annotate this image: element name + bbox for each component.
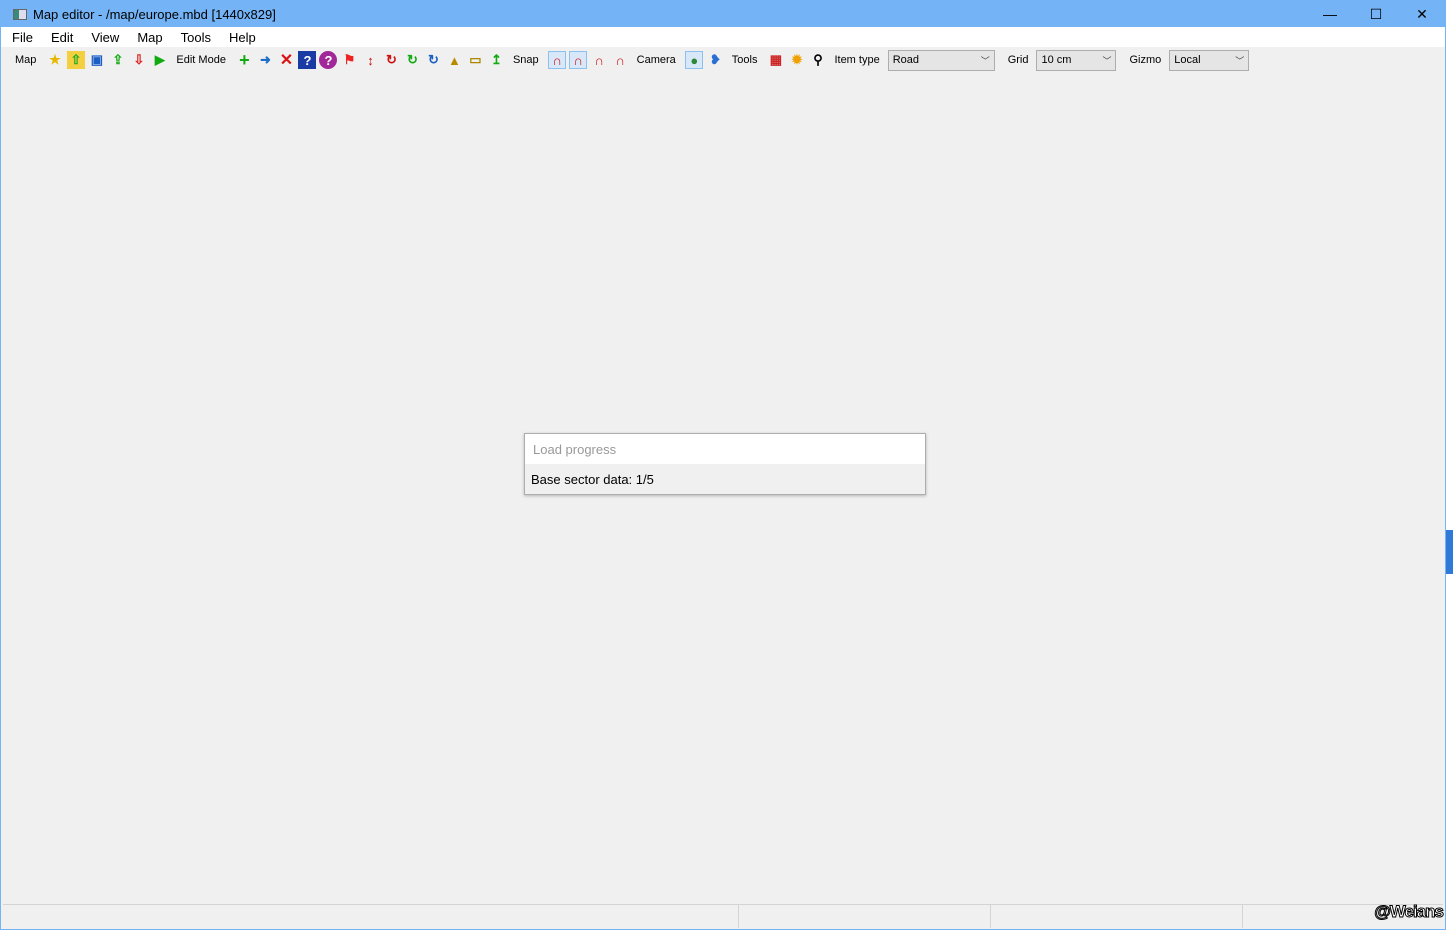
query-icon[interactable]: ?: [319, 51, 338, 69]
grid-label: Grid: [1007, 54, 1029, 66]
dialog-title: Load progress: [525, 434, 925, 464]
help-icon[interactable]: ?: [298, 51, 317, 69]
delete-icon[interactable]: ✕: [277, 51, 295, 69]
gizmo-value: Local: [1174, 54, 1201, 66]
snap-magnet-grid-icon[interactable]: ∩: [590, 51, 608, 69]
menu-help[interactable]: Help: [218, 30, 263, 45]
progress-message: Base sector data: 1/5: [531, 472, 654, 487]
chevron-down-icon: ﹀: [980, 55, 990, 66]
export-icon[interactable]: ⇪: [109, 51, 127, 69]
chevron-down-icon: ﹀: [1102, 55, 1112, 66]
grid-value: 10 cm: [1041, 54, 1072, 66]
globe-icon[interactable]: ●: [685, 51, 704, 69]
snap-magnet-terrain-icon[interactable]: ∩: [611, 51, 629, 69]
title-bar: Map editor - /map/europe.mbd [1440x829] …: [1, 1, 1445, 27]
status-pane: [739, 905, 991, 928]
rotate-y-icon[interactable]: ↻: [403, 51, 421, 69]
load-progress-dialog: Load progress Base sector data: 1/5: [524, 433, 926, 495]
snap-label: Snap: [512, 54, 539, 66]
toolbar: Map ★ ⇧ ▣ ⇪ ⇩ ▶ Edit Mode + ➜ ✕ ? ? ⚑ ↕ …: [1, 47, 1445, 73]
rotate-z-icon[interactable]: ↻: [424, 51, 442, 69]
item-type-value: Road: [892, 54, 919, 66]
elevate-icon[interactable]: ↥: [487, 51, 505, 69]
window-title: Map editor - /map/europe.mbd [1440x829]: [33, 6, 276, 22]
item-type-select[interactable]: Road ﹀: [887, 49, 995, 71]
add-icon[interactable]: +: [235, 50, 253, 70]
height-icon[interactable]: ↕: [361, 51, 379, 69]
status-pane: [991, 905, 1243, 928]
menu-file[interactable]: File: [1, 30, 40, 45]
maximize-button[interactable]: ☐: [1353, 6, 1399, 23]
open-folder-icon[interactable]: ⇧: [66, 51, 85, 69]
gizmo-select[interactable]: Local ﹀: [1169, 49, 1250, 71]
edit-mode-label: Edit Mode: [176, 54, 226, 66]
snap-magnet-icon[interactable]: ∩: [548, 51, 567, 69]
bird-icon[interactable]: ❥: [706, 51, 724, 69]
status-bar: [3, 904, 1443, 928]
stamp-icon[interactable]: ▲: [445, 51, 463, 69]
rotate-x-icon[interactable]: ↻: [382, 51, 400, 69]
favorite-star-icon[interactable]: ★: [46, 51, 64, 69]
tools-label: Tools: [731, 54, 758, 66]
menu-map[interactable]: Map: [126, 30, 169, 45]
map-editor-window: Map editor - /map/europe.mbd [1440x829] …: [0, 0, 1446, 930]
grid-tiles-icon[interactable]: ▦: [767, 51, 785, 69]
item-type-label: Item type: [834, 54, 880, 66]
background-window-edge: [1446, 530, 1453, 574]
search-icon[interactable]: ⚲: [809, 51, 827, 69]
ruler-icon[interactable]: ▭: [466, 51, 484, 69]
save-icon[interactable]: ▣: [88, 51, 106, 69]
chevron-down-icon: ﹀: [1235, 55, 1245, 66]
import-icon[interactable]: ⇩: [130, 51, 148, 69]
play-icon[interactable]: ▶: [151, 51, 169, 69]
sun-icon[interactable]: ✹: [788, 51, 806, 69]
grid-select[interactable]: 10 cm ﹀: [1036, 49, 1117, 71]
menu-view[interactable]: View: [80, 30, 126, 45]
snap-magnet-plus-icon[interactable]: ∩: [569, 51, 588, 69]
status-pane: [3, 905, 739, 928]
menu-tools[interactable]: Tools: [170, 30, 218, 45]
close-button[interactable]: ✕: [1399, 6, 1445, 23]
menu-bar: File Edit View Map Tools Help: [1, 27, 1445, 47]
camera-label: Camera: [636, 54, 676, 66]
app-icon: [13, 8, 27, 20]
menu-edit[interactable]: Edit: [40, 30, 80, 45]
map-label: Map: [15, 54, 37, 66]
gizmo-label: Gizmo: [1129, 54, 1162, 66]
minimize-button[interactable]: —: [1307, 6, 1353, 23]
flag-icon[interactable]: ⚑: [340, 51, 358, 69]
move-arrow-icon[interactable]: ➜: [256, 51, 274, 69]
watermark: @Weians: [1374, 902, 1445, 922]
